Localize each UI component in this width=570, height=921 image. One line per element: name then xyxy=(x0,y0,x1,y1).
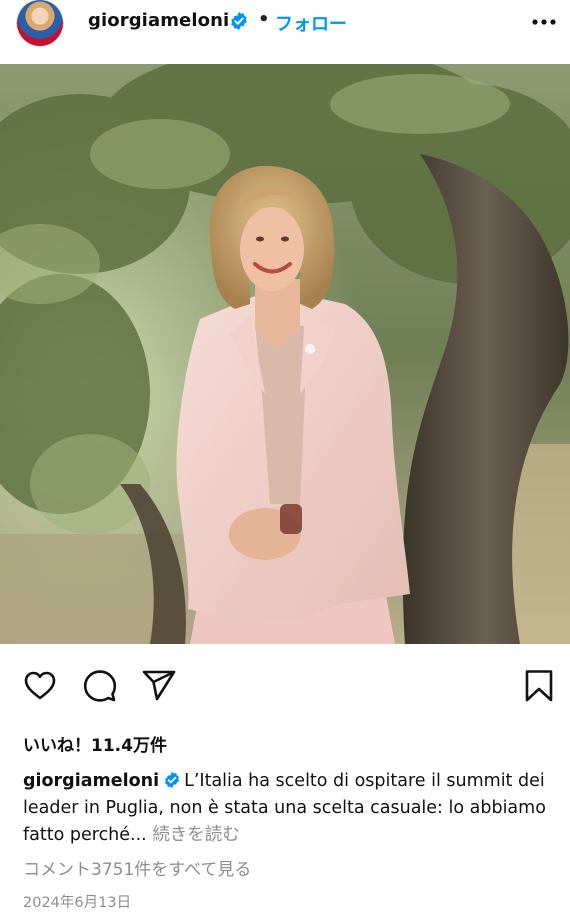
post-header: giorgiameloni • フォロー xyxy=(0,0,570,62)
comment-bubble-icon[interactable] xyxy=(82,668,118,704)
post-action-bar xyxy=(0,668,570,708)
bookmark-icon[interactable] xyxy=(521,668,557,704)
read-more-link[interactable]: 続きを読む xyxy=(152,825,240,845)
follow-button[interactable]: フォロー xyxy=(275,10,347,36)
more-horizontal-icon[interactable] xyxy=(530,10,558,34)
avatar[interactable] xyxy=(17,0,63,46)
view-all-comments-link[interactable]: コメント3751件をすべて見る xyxy=(23,855,251,880)
verified-badge-icon xyxy=(231,11,247,31)
post-photo[interactable] xyxy=(0,64,570,644)
caption-username[interactable]: giorgiameloni xyxy=(23,771,159,791)
post-date: 2024年6月13日 xyxy=(23,895,132,911)
heart-icon[interactable] xyxy=(22,668,58,704)
paper-plane-icon[interactable] xyxy=(141,668,177,704)
header-username[interactable]: giorgiameloni xyxy=(88,10,229,31)
likes-count[interactable]: いいね！11.4万件 xyxy=(23,731,167,756)
header-separator: • xyxy=(258,9,270,30)
verified-badge-icon xyxy=(165,771,180,789)
post-image xyxy=(0,64,570,644)
post-caption: giorgiameloni L’Italia ha scelto di ospi… xyxy=(23,768,548,849)
